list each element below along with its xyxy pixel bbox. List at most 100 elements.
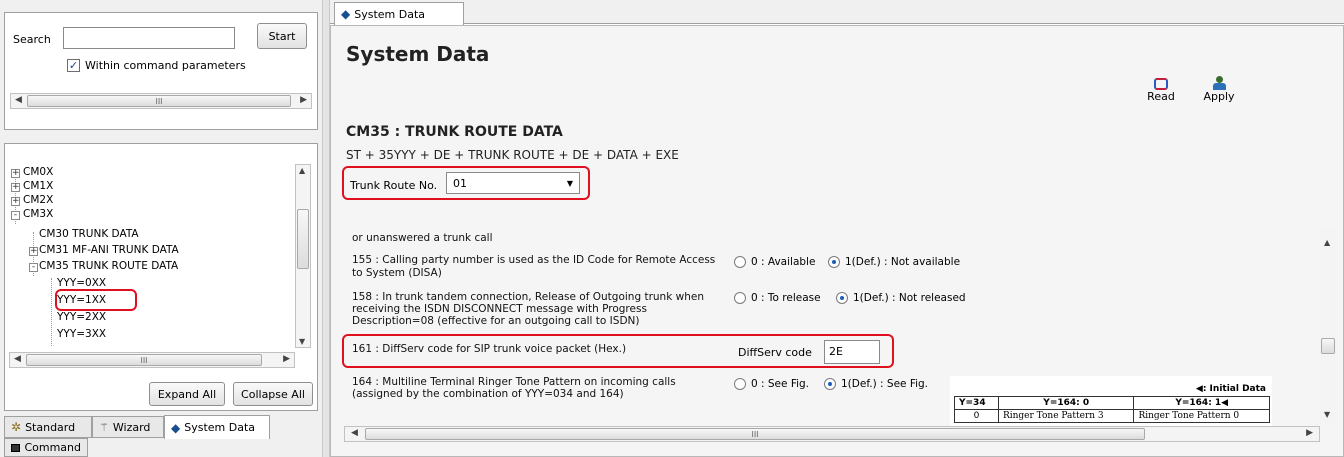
tab-command-label: Command — [24, 441, 81, 454]
scroll-up-arrow-icon[interactable]: ▲ — [1324, 238, 1330, 247]
collapse-icon[interactable]: - — [11, 211, 20, 220]
tab-system-data[interactable]: ◆ System Data — [164, 415, 270, 439]
collapse-all-button[interactable]: Collapse All — [233, 382, 313, 406]
cube-icon: ◆ — [341, 7, 351, 21]
collapse-icon[interactable]: - — [29, 263, 38, 272]
row-158-text: Description=08 (effective for an outgoin… — [352, 315, 640, 327]
expand-icon[interactable]: + — [29, 247, 38, 256]
tree-item-cm31[interactable]: CM31 MF-ANI TRUNK DATA — [39, 244, 179, 256]
scroll-down-arrow-icon[interactable]: ▼ — [1324, 410, 1330, 419]
scroll-thumb[interactable] — [297, 209, 309, 269]
radio-button[interactable] — [824, 378, 836, 390]
figure-table: Y=34 Y=164: 0 Y=164: 1◀ 0 Ringer Tone Pa… — [954, 396, 1270, 423]
scroll-right-arrow-icon[interactable]: ▶ — [1306, 428, 1313, 438]
tree-hscrollbar[interactable]: ◀ III ▶ — [9, 352, 295, 368]
tab-standard[interactable]: ✲ Standard — [4, 416, 92, 438]
expand-all-button[interactable]: Expand All — [149, 382, 225, 406]
search-hscrollbar[interactable]: ◀ III ▶ — [10, 93, 312, 109]
row-158-option-1[interactable]: 1(Def.) : Not released — [836, 292, 966, 304]
document-tab-bar — [330, 0, 1344, 24]
tree-vscrollbar[interactable]: ▲ ▼ — [295, 164, 311, 348]
scroll-left-arrow-icon[interactable]: ◀ — [351, 428, 358, 438]
row-164-option-1[interactable]: 1(Def.) : See Fig. — [824, 378, 928, 390]
radio-button[interactable] — [734, 256, 746, 268]
tree-item-cm1x[interactable]: CM1X — [23, 180, 53, 192]
highlight-box — [342, 166, 590, 200]
refresh-icon — [1154, 78, 1168, 90]
tab-system-data-label: System Data — [184, 421, 256, 434]
content-vscrollbar[interactable]: ▲ ▼ — [1320, 228, 1336, 424]
right-pane: ◆ System Data System Data Read Apply CM3… — [330, 0, 1344, 457]
splitter[interactable] — [322, 0, 330, 457]
search-panel: Search Start ✓ Within command parameters… — [4, 12, 318, 130]
apply-button[interactable]: Apply — [1200, 76, 1238, 103]
search-input[interactable] — [63, 27, 235, 49]
tree-item-cm35[interactable]: CM35 TRUNK ROUTE DATA — [39, 260, 178, 272]
tree-item-yyy-3xx[interactable]: YYY=3XX — [57, 328, 106, 340]
tree-line — [51, 278, 52, 346]
read-button[interactable]: Read — [1144, 78, 1178, 103]
scroll-thumb[interactable]: III — [365, 428, 1145, 440]
apply-label: Apply — [1203, 90, 1235, 103]
tree-item-cm2x[interactable]: CM2X — [23, 194, 53, 206]
wand-icon: ⚚ — [99, 420, 109, 434]
scroll-right-arrow-icon[interactable]: ▶ — [283, 354, 290, 364]
document-tab-label: System Data — [354, 7, 426, 21]
option-label: 1(Def.) : Not available — [845, 256, 961, 268]
left-pane: Search Start ✓ Within command parameters… — [0, 0, 322, 457]
scroll-thumb[interactable]: III — [26, 354, 262, 366]
command-title: CM35 : TRUNK ROUTE DATA — [346, 124, 563, 140]
highlight-box — [55, 289, 137, 311]
tree-item-yyy-2xx[interactable]: YYY=2XX — [57, 311, 106, 323]
figure-cell: 0 — [954, 409, 999, 423]
search-label: Search — [13, 33, 51, 46]
tab-command[interactable]: Command — [4, 438, 88, 457]
read-label: Read — [1147, 90, 1175, 103]
radio-button[interactable] — [734, 378, 746, 390]
content-hscrollbar[interactable]: ◀ III ▶ — [344, 426, 1320, 442]
tab-wizard-label: Wizard — [112, 420, 151, 434]
expand-icon[interactable]: + — [11, 183, 20, 192]
radio-button[interactable] — [828, 256, 840, 268]
scroll-right-arrow-icon[interactable]: ▶ — [300, 95, 307, 105]
within-params-checkbox[interactable]: ✓ — [67, 59, 80, 72]
ringer-figure: ◀: Initial Data Y=34 Y=164: 0 Y=164: 1◀ … — [950, 376, 1272, 428]
radio-button[interactable] — [836, 292, 848, 304]
cut-off-text: or unanswered a trunk call — [352, 232, 493, 244]
user-icon — [1212, 76, 1226, 90]
command-formula: ST + 35YYY + DE + TRUNK ROUTE + DE + DAT… — [346, 148, 679, 162]
row-155-option-1[interactable]: 1(Def.) : Not available — [828, 256, 960, 268]
tab-wizard[interactable]: ⚚ Wizard — [92, 416, 164, 438]
cube-icon: ◆ — [171, 420, 181, 435]
tree-item-cm3x[interactable]: CM3X — [23, 208, 53, 220]
row-155-text: to System (DISA) — [352, 267, 442, 279]
expand-icon[interactable]: + — [11, 169, 20, 178]
scroll-thumb[interactable]: III — [27, 95, 291, 107]
option-label: 0 : Available — [751, 256, 816, 268]
scroll-down-arrow-icon[interactable]: ▼ — [299, 337, 305, 346]
figure-header: Y=164: 1◀ — [1133, 396, 1270, 410]
row-164-text: 164 : Multiline Terminal Ringer Tone Pat… — [352, 376, 676, 388]
figure-header: Y=164: 0 — [997, 396, 1135, 410]
row-155-option-0[interactable]: 0 : Available — [734, 256, 815, 268]
figure-cell: Ringer Tone Pattern 3 — [997, 409, 1135, 423]
scroll-left-arrow-icon[interactable]: ◀ — [14, 354, 21, 364]
scroll-thumb[interactable] — [1321, 338, 1335, 354]
tab-standard-label: Standard — [25, 420, 76, 434]
start-button[interactable]: Start — [257, 23, 307, 49]
figure-legend: ◀: Initial Data — [1195, 384, 1266, 394]
tree-item-cm30[interactable]: CM30 TRUNK DATA — [39, 228, 139, 240]
expand-icon[interactable]: + — [11, 197, 20, 206]
terminal-icon — [11, 443, 21, 452]
row-158-option-0[interactable]: 0 : To release — [734, 292, 821, 304]
row-155-text: 155 : Calling party number is used as th… — [352, 254, 716, 266]
scroll-up-arrow-icon[interactable]: ▲ — [299, 166, 305, 175]
tree-item-cm0x[interactable]: CM0X — [23, 166, 53, 178]
radio-button[interactable] — [734, 292, 746, 304]
row-164-option-0[interactable]: 0 : See Fig. — [734, 378, 809, 390]
row-164-text: (assigned by the combination of YYY=034 … — [352, 388, 624, 400]
tab-system-data-document[interactable]: ◆ System Data — [334, 2, 464, 25]
tree-item-yyy-0xx[interactable]: YYY=0XX — [57, 277, 106, 289]
scroll-left-arrow-icon[interactable]: ◀ — [15, 95, 22, 105]
row-158-text: receiving the ISDN DISCONNECT message wi… — [352, 303, 647, 315]
